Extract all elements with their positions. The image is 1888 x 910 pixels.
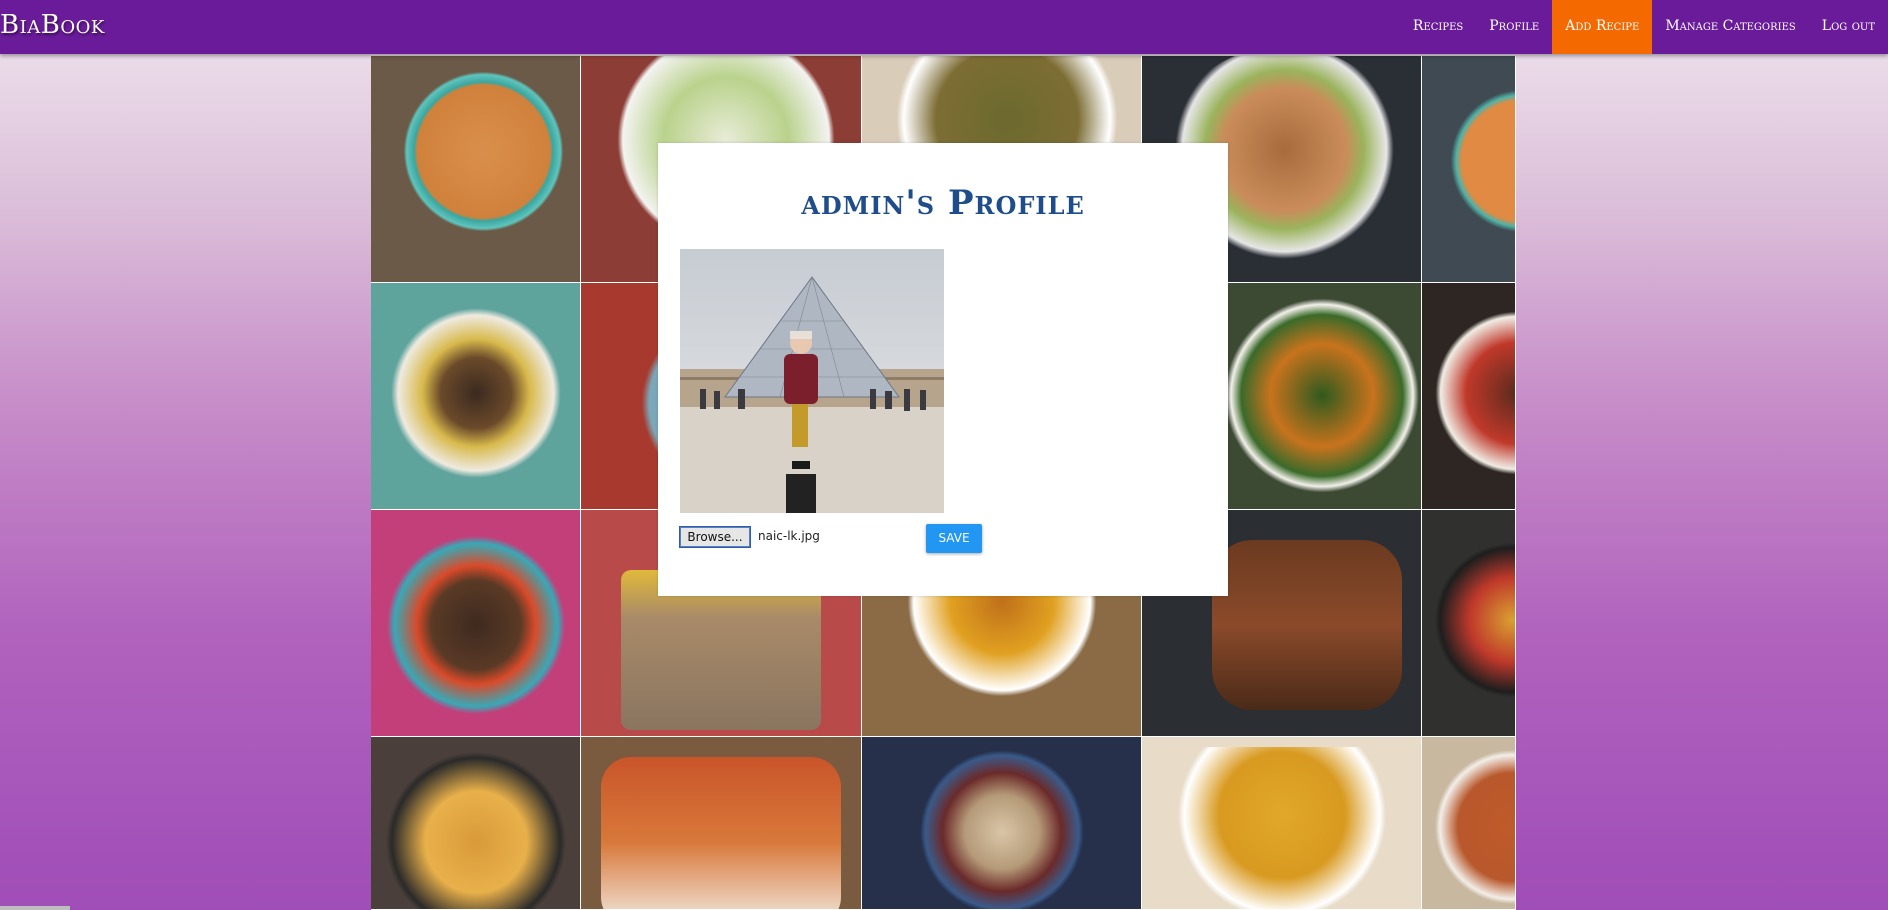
horizontal-scrollbar[interactable] <box>0 906 70 910</box>
nav-manage-categories-link[interactable]: Manage Categories <box>1652 0 1808 54</box>
browse-button[interactable]: Browse... <box>679 526 751 548</box>
food-photo <box>1142 737 1422 910</box>
selected-file-name: naic-lk.jpg <box>758 529 820 543</box>
food-photo <box>371 283 581 510</box>
profile-title: admin's Profile <box>801 183 1085 223</box>
profile-modal: admin's Profile Browse... naic-lk.jpg SA… <box>658 143 1228 596</box>
food-photo <box>1422 283 1516 510</box>
food-photo <box>1422 737 1516 910</box>
food-photo <box>862 737 1142 910</box>
nav-profile-link[interactable]: Profile <box>1476 0 1552 54</box>
food-photo <box>371 737 581 910</box>
nav-links: Recipes Profile Add Recipe Manage Catego… <box>1400 0 1888 54</box>
nav-logout-link[interactable]: Log out <box>1809 0 1888 54</box>
food-photo <box>581 737 862 910</box>
save-button[interactable]: SAVE <box>926 524 982 553</box>
nav-add-recipe-link[interactable]: Add Recipe <box>1552 0 1653 54</box>
food-photo <box>1422 510 1516 737</box>
food-photo <box>371 56 581 283</box>
food-photo <box>1422 56 1516 283</box>
navbar: BiaBook Recipes Profile Add Recipe Manag… <box>0 0 1888 54</box>
profile-photo <box>680 249 944 513</box>
profile-photo-image <box>680 276 944 513</box>
brand-logo[interactable]: BiaBook <box>0 10 105 40</box>
nav-recipes-link[interactable]: Recipes <box>1400 0 1476 54</box>
food-photo <box>371 510 581 737</box>
